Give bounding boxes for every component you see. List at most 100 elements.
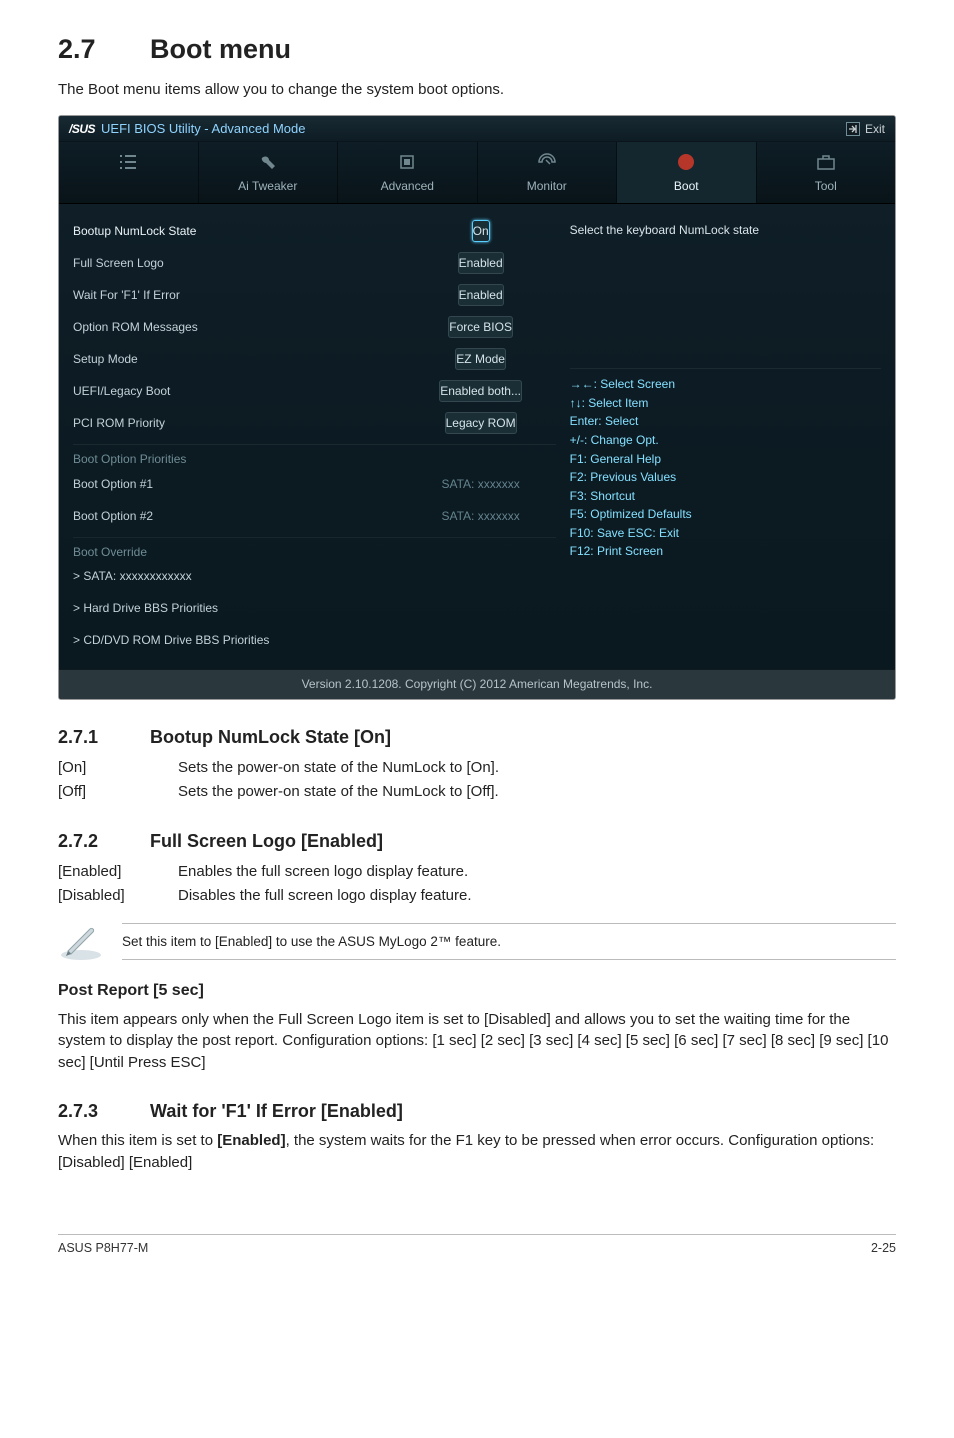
value-fslogo[interactable]: Enabled	[458, 252, 504, 274]
label-fslogo: Full Screen Logo	[73, 255, 406, 272]
footer-left: ASUS P8H77-M	[58, 1239, 148, 1257]
lead-paragraph: The Boot menu items allow you to change …	[58, 79, 896, 101]
page-footer: ASUS P8H77-M 2-25	[58, 1234, 896, 1257]
key-save-exit: F10: Save ESC: Exit	[570, 524, 881, 543]
key-shortcut: F3: Shortcut	[570, 487, 881, 506]
override-cd: > CD/DVD ROM Drive BBS Priorities	[73, 632, 556, 649]
def-val: Sets the power-on state of the NumLock t…	[178, 780, 499, 804]
tab-label: Tool	[815, 179, 837, 193]
row-override-cd[interactable]: > CD/DVD ROM Drive BBS Priorities	[73, 629, 556, 653]
tab-monitor[interactable]: Monitor	[478, 142, 617, 203]
key-legend: →←: Select Screen ↑↓: Select Item Enter:…	[570, 375, 881, 561]
exit-icon	[846, 122, 860, 136]
sect-num: 2.7.1	[58, 724, 150, 750]
value-optrom[interactable]: Force BIOS	[448, 316, 513, 338]
exit-button[interactable]: Exit	[846, 121, 885, 138]
def-key: [Enabled]	[58, 860, 178, 884]
page-heading: 2.7Boot menu	[58, 30, 896, 69]
body-a: When this item is set to	[58, 1132, 217, 1149]
key-select-item: ↑↓: Select Item	[570, 394, 881, 413]
row-setup-mode[interactable]: Setup Mode EZ Mode	[73, 348, 556, 372]
wrench-icon	[256, 152, 280, 172]
def-key: [Off]	[58, 780, 178, 804]
bios-window: /SUS UEFI BIOS Utility - Advanced Mode E…	[58, 115, 896, 700]
label-pcirom: PCI ROM Priority	[73, 415, 406, 432]
exit-label: Exit	[865, 121, 885, 138]
key-previous-values: F2: Previous Values	[570, 468, 881, 487]
row-override-sata[interactable]: > SATA: xxxxxxxxxxxx	[73, 565, 556, 589]
label-setup: Setup Mode	[73, 351, 406, 368]
monitor-icon	[535, 152, 559, 172]
label-optrom: Option ROM Messages	[73, 319, 406, 336]
row-pci-rom[interactable]: PCI ROM Priority Legacy ROM	[73, 412, 556, 436]
override-sata: > SATA: xxxxxxxxxxxx	[73, 568, 556, 585]
sect-num: 2.7.3	[58, 1098, 150, 1124]
tab-label: Boot	[674, 179, 699, 193]
help-panel: Select the keyboard NumLock state	[570, 222, 881, 362]
tab-label: Monitor	[527, 179, 567, 193]
value-uefileg[interactable]: Enabled both...	[439, 380, 522, 402]
row-uefi-legacy[interactable]: UEFI/Legacy Boot Enabled both...	[73, 380, 556, 404]
value-boot-1: SATA: xxxxxxx	[406, 476, 556, 493]
label-boot-2: Boot Option #2	[73, 508, 406, 525]
value-boot-2: SATA: xxxxxxx	[406, 508, 556, 525]
body-b: [Enabled]	[217, 1132, 285, 1149]
definition-list-2-7-1: [On]Sets the power-on state of the NumLo…	[58, 756, 499, 804]
subsection-post-report-heading: Post Report [5 sec]	[58, 979, 896, 1002]
label-waitf1: Wait For 'F1' If Error	[73, 287, 406, 304]
row-boot-option-2[interactable]: Boot Option #2 SATA: xxxxxxx	[73, 505, 556, 529]
value-waitf1[interactable]: Enabled	[458, 284, 504, 306]
bios-footer: Version 2.10.1208. Copyright (C) 2012 Am…	[59, 669, 895, 699]
row-boot-option-1[interactable]: Boot Option #1 SATA: xxxxxxx	[73, 473, 556, 497]
bios-brand-logo: /SUS	[69, 121, 95, 138]
sect-title: Full Screen Logo [Enabled]	[150, 831, 383, 851]
tab-ai-tweaker[interactable]: Ai Tweaker	[199, 142, 338, 203]
row-override-hdd[interactable]: > Hard Drive BBS Priorities	[73, 597, 556, 621]
section-2-7-1-heading: 2.7.1Bootup NumLock State [On]	[58, 724, 896, 750]
key-enter: Enter: Select	[570, 412, 881, 431]
tab-tool[interactable]: Tool	[757, 142, 896, 203]
sect-2-7-3-body: When this item is set to [Enabled], the …	[58, 1130, 896, 1174]
section-2-7-2-heading: 2.7.2Full Screen Logo [Enabled]	[58, 828, 896, 854]
value-setup[interactable]: EZ Mode	[455, 348, 506, 370]
row-full-screen-logo[interactable]: Full Screen Logo Enabled	[73, 252, 556, 276]
note-block: Set this item to [Enabled] to use the AS…	[58, 921, 896, 961]
override-hdd: > Hard Drive BBS Priorities	[73, 600, 556, 617]
tab-boot[interactable]: Boot	[617, 142, 756, 203]
tab-label: Advanced	[381, 179, 434, 193]
section-2-7-3-heading: 2.7.3Wait for 'F1' If Error [Enabled]	[58, 1098, 896, 1124]
def-val: Sets the power-on state of the NumLock t…	[178, 756, 499, 780]
tab-main[interactable]	[59, 142, 198, 203]
sect-num: 2.7.2	[58, 828, 150, 854]
note-text: Set this item to [Enabled] to use the AS…	[122, 923, 896, 961]
tab-label: Ai Tweaker	[238, 179, 297, 193]
heading-text: Boot menu	[150, 34, 291, 64]
boot-override-header: Boot Override	[73, 544, 556, 561]
sect-title: Bootup NumLock State [On]	[150, 727, 391, 747]
footer-right: 2-25	[871, 1239, 896, 1257]
key-change-opt: +/-: Change Opt.	[570, 431, 881, 450]
value-numlock[interactable]: On	[472, 220, 490, 242]
heading-number: 2.7	[58, 30, 150, 69]
row-option-rom[interactable]: Option ROM Messages Force BIOS	[73, 316, 556, 340]
definition-list-2-7-2: [Enabled]Enables the full screen logo di…	[58, 860, 472, 908]
def-val: Enables the full screen logo display fea…	[178, 860, 472, 884]
bios-utility-name: UEFI BIOS Utility - Advanced Mode	[101, 120, 305, 139]
key-print-screen: F12: Print Screen	[570, 542, 881, 561]
key-select-screen: →←: Select Screen	[570, 375, 881, 394]
toolbox-icon	[814, 152, 838, 172]
bios-titlebar: /SUS UEFI BIOS Utility - Advanced Mode E…	[59, 116, 895, 142]
key-general-help: F1: General Help	[570, 450, 881, 469]
chip-icon	[395, 152, 419, 172]
label-uefileg: UEFI/Legacy Boot	[73, 383, 406, 400]
power-icon	[674, 152, 698, 172]
row-numlock[interactable]: Bootup NumLock State On	[73, 220, 556, 244]
tab-advanced[interactable]: Advanced	[338, 142, 477, 203]
label-boot-1: Boot Option #1	[73, 476, 406, 493]
def-key: [On]	[58, 756, 178, 780]
bios-settings-panel: Bootup NumLock State On Full Screen Logo…	[73, 220, 556, 661]
row-wait-f1[interactable]: Wait For 'F1' If Error Enabled	[73, 284, 556, 308]
value-pcirom[interactable]: Legacy ROM	[445, 412, 517, 434]
pen-icon	[58, 921, 104, 961]
bios-tab-bar: Ai Tweaker Advanced Monitor Boot Tool	[59, 142, 895, 204]
